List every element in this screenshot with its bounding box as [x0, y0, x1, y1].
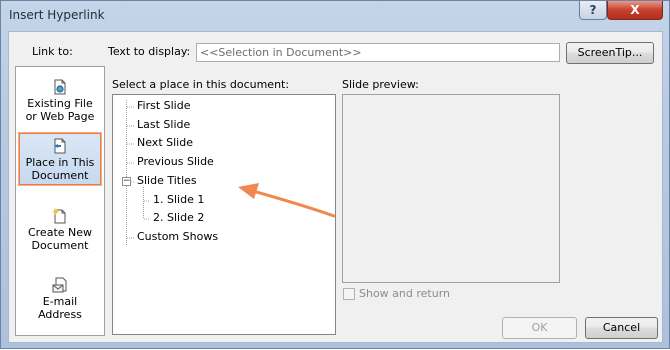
insert-hyperlink-dialog: Insert Hyperlink ? X Link to: Text to di…: [0, 0, 670, 349]
annotation-arrow: [238, 183, 336, 218]
